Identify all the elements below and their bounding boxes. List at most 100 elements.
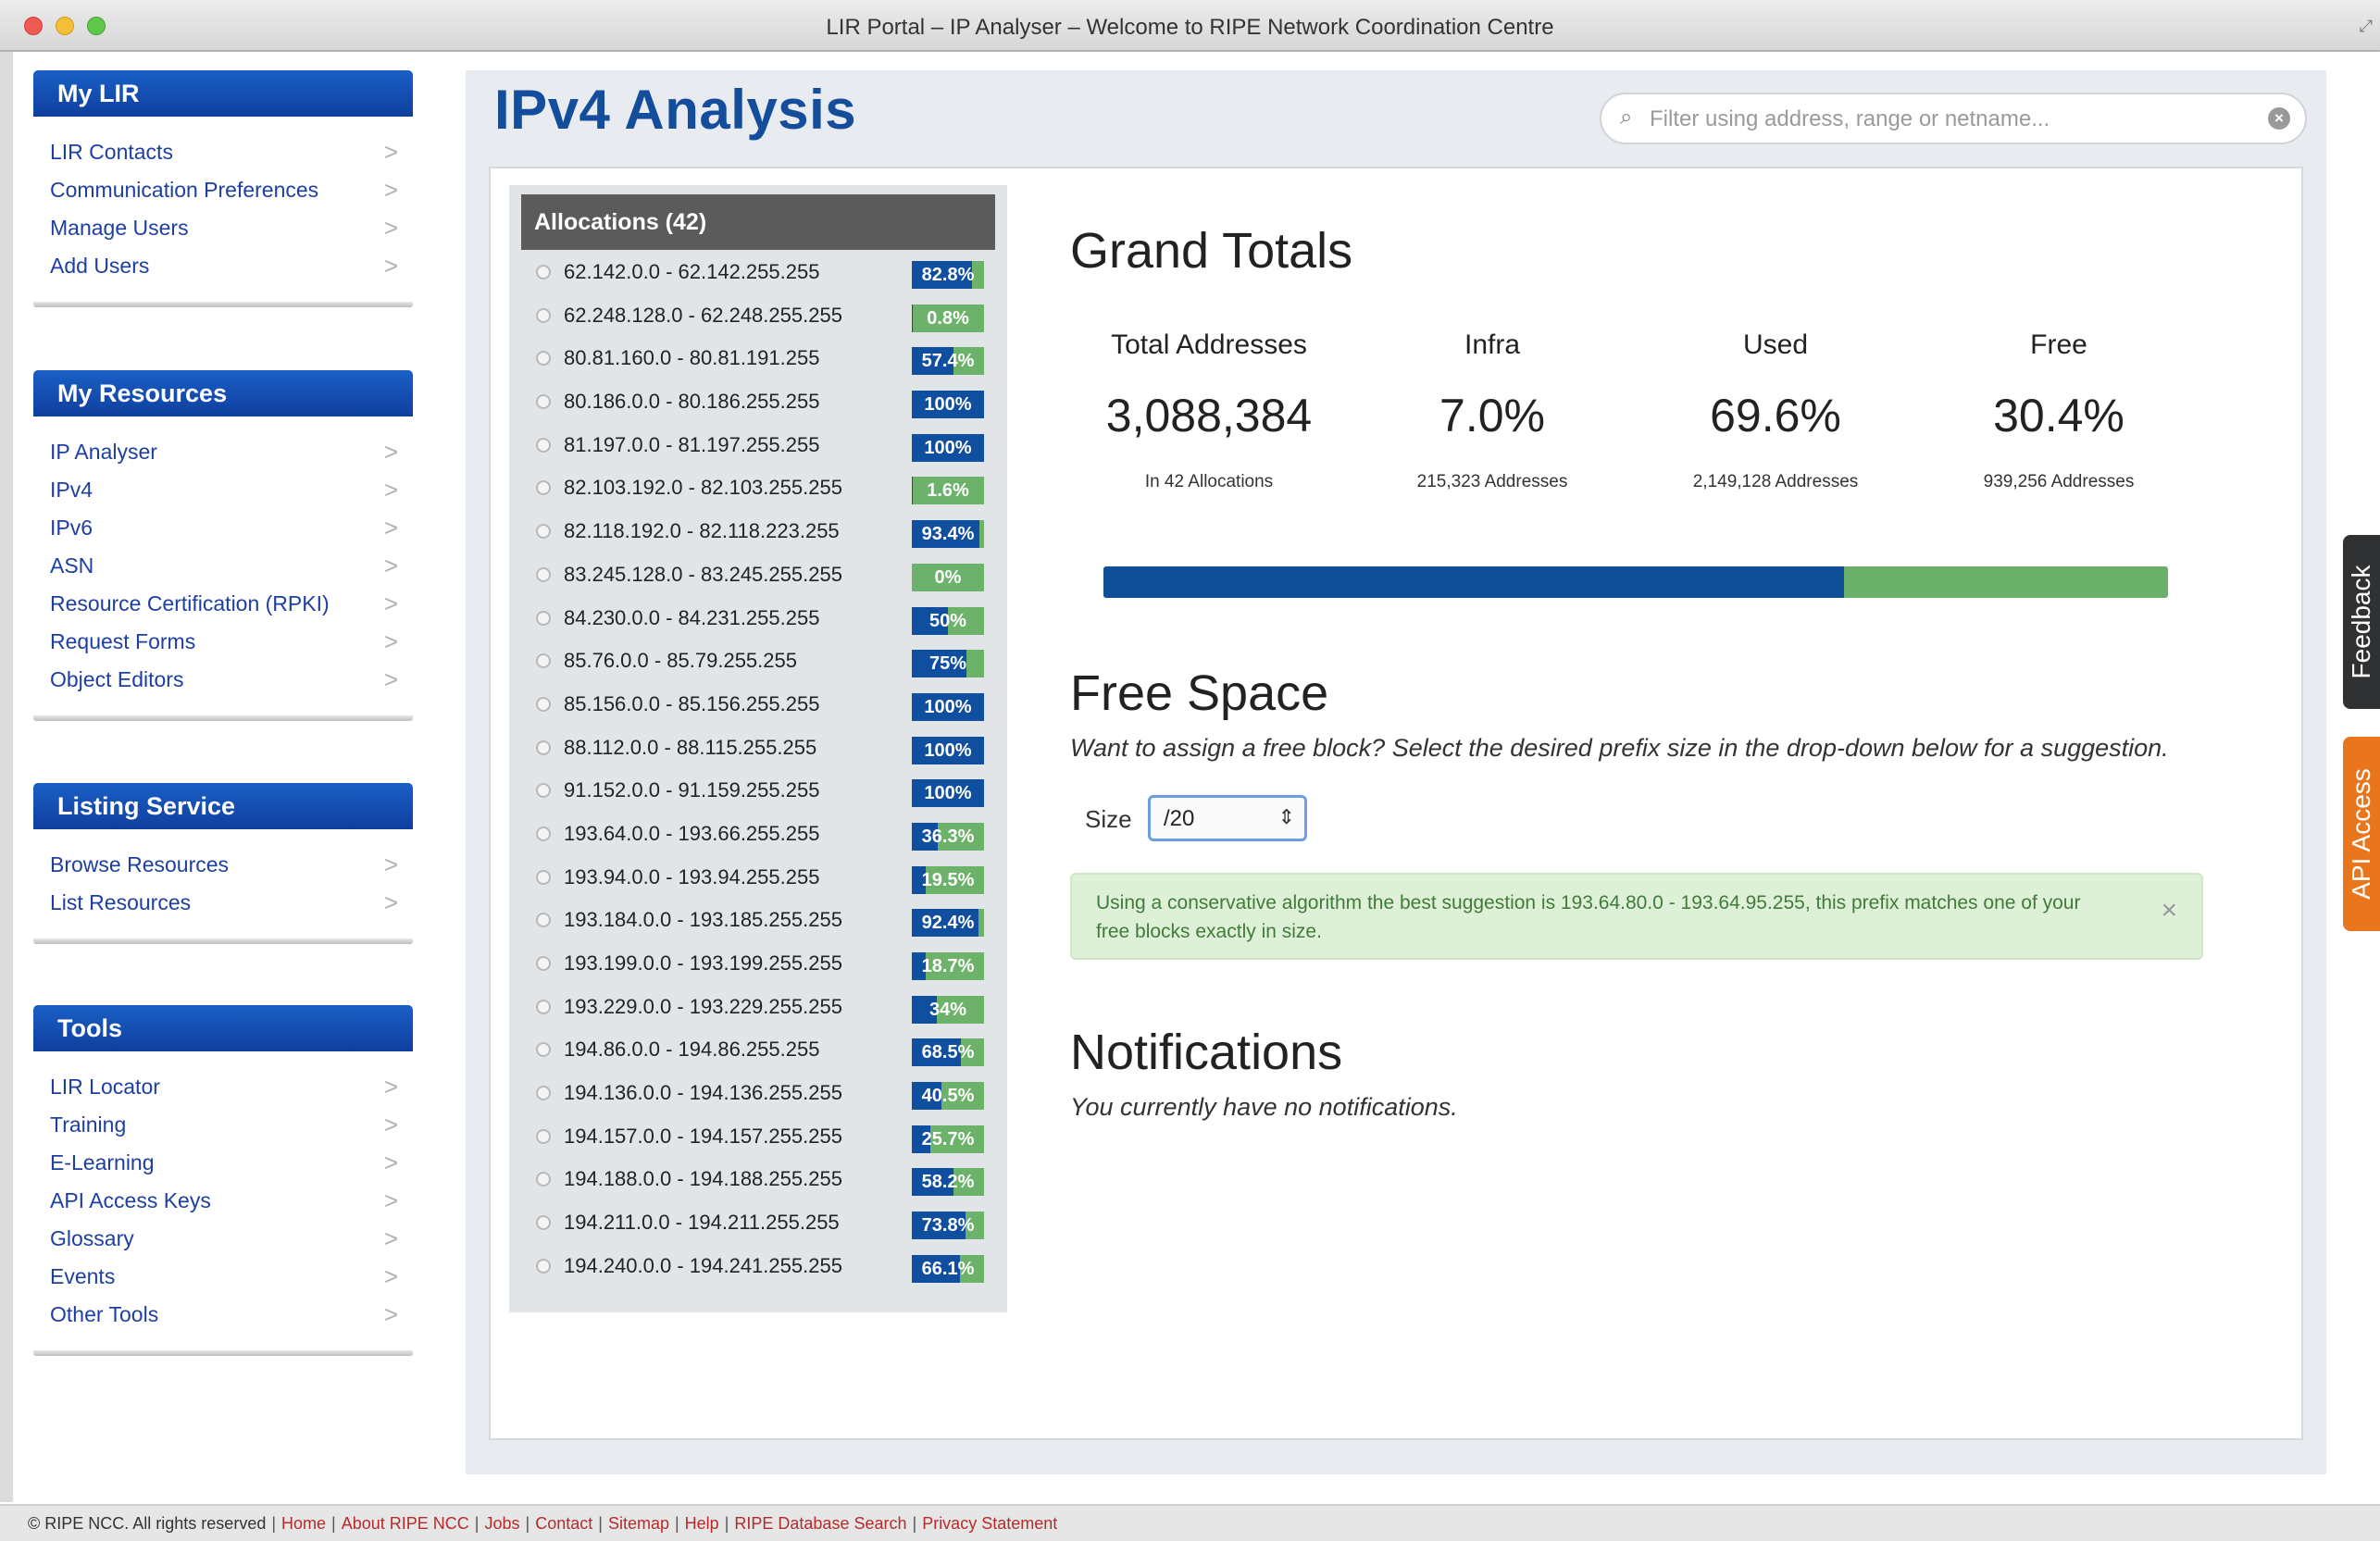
allocation-row[interactable]: 194.240.0.0 - 194.241.255.255 66.1% <box>521 1246 995 1289</box>
sidebar-item-request-forms[interactable]: Request Forms > <box>33 623 413 661</box>
allocation-radio[interactable] <box>536 783 551 799</box>
sidebar-item-api-access-keys[interactable]: API Access Keys > <box>33 1182 413 1220</box>
footer-link-sitemap[interactable]: Sitemap <box>608 1514 669 1533</box>
allocation-usage-bar: 40.5% <box>912 1082 984 1111</box>
sidebar-item-object-editors[interactable]: Object Editors > <box>33 661 413 699</box>
allocation-row[interactable]: 85.76.0.0 - 85.79.255.255 75% <box>521 640 995 684</box>
api-access-tab[interactable]: API Access <box>2343 737 2380 931</box>
footer-link-jobs[interactable]: Jobs <box>484 1514 519 1533</box>
sidebar-item-e-learning[interactable]: E-Learning > <box>33 1144 413 1182</box>
box-title: Tools <box>33 1005 413 1051</box>
sidebar-item-training[interactable]: Training > <box>33 1106 413 1144</box>
allocation-radio[interactable] <box>536 351 551 367</box>
allocation-row[interactable]: 88.112.0.0 - 88.115.255.255 100% <box>521 727 995 771</box>
footer-link-about-ripe-ncc[interactable]: About RIPE NCC <box>342 1514 469 1533</box>
allocation-radio[interactable] <box>536 826 551 841</box>
chevron-right-icon: > <box>383 590 398 617</box>
sidebar-item-lir-locator[interactable]: LIR Locator > <box>33 1068 413 1106</box>
allocation-usage-bar: 0% <box>912 563 984 591</box>
search-input[interactable] <box>1648 102 2244 137</box>
sidebar-item-label: Communication Preferences <box>50 178 319 202</box>
allocation-radio[interactable] <box>536 1215 551 1231</box>
sidebar-item-label: LIR Locator <box>50 1075 160 1099</box>
sidebar-item-manage-users[interactable]: Manage Users > <box>33 209 413 247</box>
close-alert-icon[interactable]: × <box>2161 895 2177 926</box>
allocation-radio[interactable] <box>536 696 551 712</box>
footer-link-privacy-statement[interactable]: Privacy Statement <box>922 1514 1057 1533</box>
allocation-row[interactable]: 80.186.0.0 - 80.186.255.255 100% <box>521 381 995 425</box>
fullscreen-icon[interactable]: ⤢ <box>2360 17 2373 36</box>
footer-link-ripe-database-search[interactable]: RIPE Database Search <box>734 1514 906 1533</box>
allocation-radio[interactable] <box>536 869 551 885</box>
sidebar-item-communication-preferences[interactable]: Communication Preferences > <box>33 171 413 209</box>
footer-link-home[interactable]: Home <box>281 1514 326 1533</box>
allocation-usage-bar: 50% <box>912 606 984 635</box>
sidebar-item-lir-contacts[interactable]: LIR Contacts > <box>33 133 413 171</box>
chevron-right-icon: > <box>383 252 398 280</box>
allocation-radio[interactable] <box>536 1172 551 1187</box>
usage-progress-bar <box>1103 566 2168 598</box>
sidebar-item-ipv6[interactable]: IPv6 > <box>33 509 413 547</box>
allocation-radio[interactable] <box>536 307 551 323</box>
feedback-tab[interactable]: Feedback <box>2343 535 2380 709</box>
prefix-size-select[interactable]: /20 ⇕ <box>1148 795 1307 841</box>
allocation-row[interactable]: 194.86.0.0 - 194.86.255.255 68.5% <box>521 1029 995 1073</box>
sidebar-item-resource-certification-rpki[interactable]: Resource Certification (RPKI) > <box>33 585 413 623</box>
sidebar-item-ip-analyser[interactable]: IP Analyser > <box>33 433 413 471</box>
footer-link-contact[interactable]: Contact <box>535 1514 592 1533</box>
allocation-row[interactable]: 194.211.0.0 - 194.211.255.255 73.8% <box>521 1202 995 1246</box>
allocation-row[interactable]: 194.188.0.0 - 194.188.255.255 58.2% <box>521 1159 995 1202</box>
allocation-radio[interactable] <box>536 956 551 971</box>
allocation-row[interactable]: 83.245.128.0 - 83.245.255.255 0% <box>521 554 995 598</box>
allocation-radio[interactable] <box>536 1128 551 1144</box>
allocation-radio[interactable] <box>536 394 551 410</box>
allocation-row[interactable]: 62.248.128.0 - 62.248.255.255 0.8% <box>521 295 995 339</box>
allocation-row[interactable]: 81.197.0.0 - 81.197.255.255 100% <box>521 425 995 468</box>
allocation-radio[interactable] <box>536 610 551 626</box>
allocation-range: 91.152.0.0 - 91.159.255.255 <box>564 778 820 802</box>
sidebar-item-asn[interactable]: ASN > <box>33 547 413 585</box>
allocation-row[interactable]: 193.64.0.0 - 193.66.255.255 36.3% <box>521 814 995 857</box>
allocation-row[interactable]: 84.230.0.0 - 84.231.255.255 50% <box>521 598 995 641</box>
allocation-row[interactable]: 80.81.160.0 - 80.81.191.255 57.4% <box>521 338 995 381</box>
allocation-radio[interactable] <box>536 1042 551 1058</box>
allocation-row[interactable]: 194.157.0.0 - 194.157.255.255 25.7% <box>521 1116 995 1160</box>
allocation-radio[interactable] <box>536 653 551 669</box>
clear-search-icon[interactable]: × <box>2268 107 2290 130</box>
allocation-usage-label: 25.7% <box>921 1128 975 1150</box>
allocation-row[interactable]: 193.184.0.0 - 193.185.255.255 92.4% <box>521 900 995 943</box>
allocation-usage-label: 100% <box>924 783 972 804</box>
allocation-row[interactable]: 193.199.0.0 - 193.199.255.255 18.7% <box>521 943 995 987</box>
footer-link-help[interactable]: Help <box>685 1514 719 1533</box>
sidebar-item-browse-resources[interactable]: Browse Resources > <box>33 846 413 884</box>
sidebar-item-list-resources[interactable]: List Resources > <box>33 884 413 922</box>
sidebar-item-glossary[interactable]: Glossary > <box>33 1220 413 1258</box>
allocation-row[interactable]: 193.229.0.0 - 193.229.255.255 34% <box>521 987 995 1030</box>
chevron-right-icon: > <box>383 889 398 916</box>
allocation-row[interactable]: 82.118.192.0 - 82.118.223.255 93.4% <box>521 511 995 554</box>
allocation-radio[interactable] <box>536 566 551 582</box>
allocation-row[interactable]: 62.142.0.0 - 62.142.255.255 82.8% <box>521 252 995 295</box>
allocation-row[interactable]: 85.156.0.0 - 85.156.255.255 100% <box>521 684 995 727</box>
allocation-row[interactable]: 193.94.0.0 - 193.94.255.255 19.5% <box>521 857 995 901</box>
allocation-row[interactable]: 91.152.0.0 - 91.159.255.255 100% <box>521 770 995 814</box>
allocation-radio[interactable] <box>536 739 551 755</box>
allocation-usage-bar: 93.4% <box>912 520 984 549</box>
allocation-radio[interactable] <box>536 524 551 540</box>
allocation-row[interactable]: 194.136.0.0 - 194.136.255.255 40.5% <box>521 1073 995 1116</box>
suggestion-text: Using a conservative algorithm the best … <box>1096 892 2081 942</box>
sidebar-item-ipv4[interactable]: IPv4 > <box>33 471 413 509</box>
allocation-radio[interactable] <box>536 913 551 928</box>
allocation-usage-bar: 18.7% <box>912 952 984 980</box>
sidebar-item-add-users[interactable]: Add Users > <box>33 247 413 285</box>
allocation-radio[interactable] <box>536 1086 551 1101</box>
allocation-radio[interactable] <box>536 1258 551 1274</box>
sidebar-item-other-tools[interactable]: Other Tools > <box>33 1296 413 1334</box>
footer-separator: | <box>724 1514 729 1533</box>
sidebar-item-events[interactable]: Events > <box>33 1258 413 1296</box>
allocation-radio[interactable] <box>536 437 551 453</box>
allocation-radio[interactable] <box>536 265 551 280</box>
allocation-radio[interactable] <box>536 999 551 1014</box>
allocation-radio[interactable] <box>536 480 551 496</box>
allocation-row[interactable]: 82.103.192.0 - 82.103.255.255 1.6% <box>521 467 995 511</box>
